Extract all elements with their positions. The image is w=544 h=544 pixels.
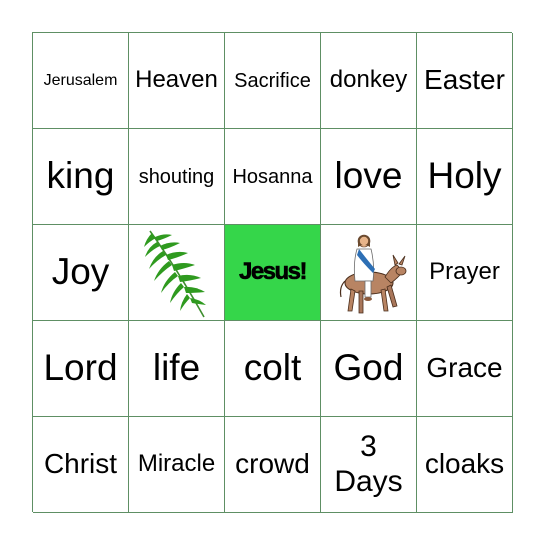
cell-text: Easter bbox=[424, 64, 505, 96]
cell-text: love bbox=[334, 155, 403, 197]
cell-text: Jerusalem bbox=[43, 71, 118, 89]
bingo-cell[interactable]: Prayer bbox=[417, 225, 513, 321]
cell-text: Grace bbox=[426, 352, 503, 384]
palm-branch-icon bbox=[143, 230, 206, 317]
cell-text: Holy bbox=[427, 155, 502, 197]
jesus-on-donkey-icon bbox=[339, 234, 406, 313]
cell-text: Joy bbox=[51, 251, 110, 293]
cell-text: cloaks bbox=[424, 448, 505, 480]
bingo-cell[interactable]: shouting bbox=[129, 129, 225, 225]
bingo-cell[interactable]: Joy bbox=[33, 225, 129, 321]
bingo-cell[interactable]: Lord bbox=[33, 321, 129, 417]
cell-text: Sacrifice bbox=[234, 69, 311, 92]
bingo-cell[interactable]: colt bbox=[225, 321, 321, 417]
bingo-cell[interactable]: Christ bbox=[33, 417, 129, 513]
free-space-cell[interactable]: Jesus! bbox=[225, 225, 321, 321]
bingo-cell[interactable]: God bbox=[321, 321, 417, 417]
bingo-cell-image[interactable] bbox=[129, 225, 225, 321]
bingo-cell-image[interactable] bbox=[321, 225, 417, 321]
bingo-cell[interactable]: Heaven bbox=[129, 33, 225, 129]
bingo-cell[interactable]: love bbox=[321, 129, 417, 225]
bingo-cell[interactable]: Sacrifice bbox=[225, 33, 321, 129]
bingo-cell[interactable]: life bbox=[129, 321, 225, 417]
cell-text: God bbox=[333, 347, 404, 389]
cell-text: life bbox=[152, 347, 201, 389]
cell-text: king bbox=[46, 155, 115, 197]
cell-text-line2: Days bbox=[334, 464, 403, 498]
cell-text: Hosanna bbox=[232, 165, 313, 188]
bingo-cell[interactable]: 3 Days bbox=[321, 417, 417, 513]
cell-text: Heaven bbox=[135, 66, 218, 94]
free-space-text: Jesus! bbox=[238, 258, 308, 286]
bingo-cell[interactable]: Miracle bbox=[129, 417, 225, 513]
cell-text-line1: 3 bbox=[360, 430, 377, 463]
bingo-cell[interactable]: donkey bbox=[321, 33, 417, 129]
cell-text: donkey bbox=[329, 66, 408, 94]
bingo-cell[interactable]: king bbox=[33, 129, 129, 225]
bingo-cell[interactable]: Hosanna bbox=[225, 129, 321, 225]
cell-text: Miracle bbox=[137, 450, 216, 478]
cell-text: crowd bbox=[235, 448, 310, 480]
bingo-cell[interactable]: cloaks bbox=[417, 417, 513, 513]
bingo-cell[interactable]: Jerusalem bbox=[33, 33, 129, 129]
cell-text: Christ bbox=[43, 448, 118, 480]
cell-text: Prayer bbox=[429, 258, 500, 286]
bingo-cell[interactable]: crowd bbox=[225, 417, 321, 513]
bingo-cell[interactable]: Easter bbox=[417, 33, 513, 129]
bingo-board: Jerusalem Heaven Sacrifice donkey Easter… bbox=[32, 32, 513, 513]
cell-text: shouting bbox=[138, 165, 215, 188]
bingo-cell[interactable]: Grace bbox=[417, 321, 513, 417]
bingo-cell[interactable]: Holy bbox=[417, 129, 513, 225]
cell-text: Lord bbox=[43, 347, 118, 389]
cell-text: colt bbox=[243, 347, 302, 389]
